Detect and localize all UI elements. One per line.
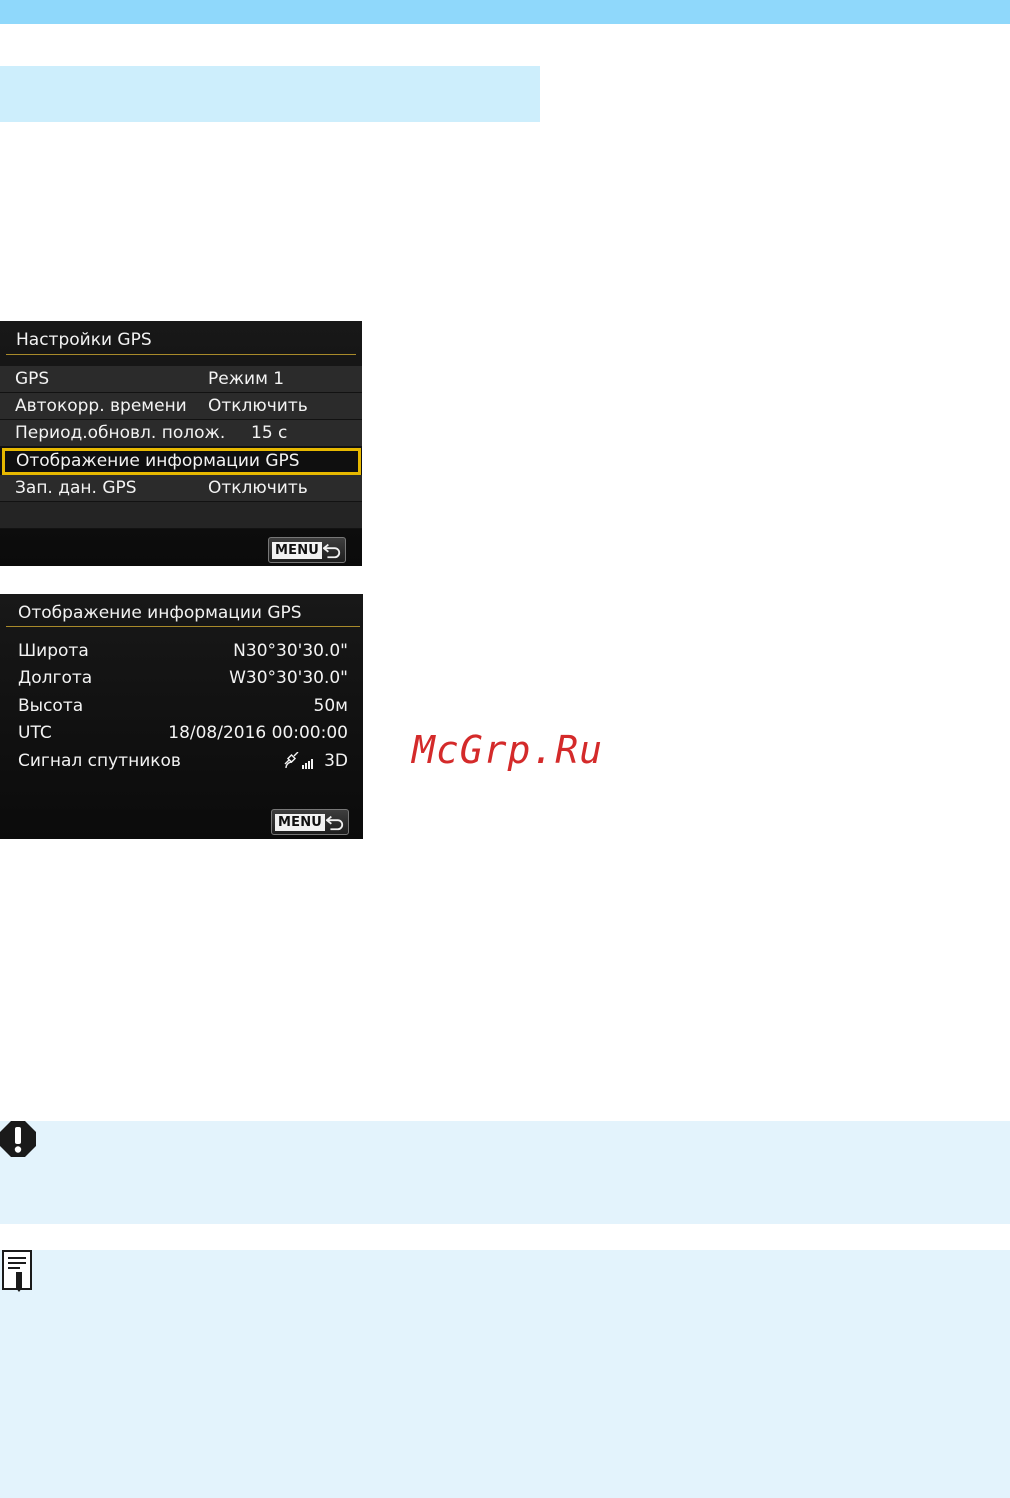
watermark: McGrp.Ru [412,728,604,772]
menu-item-auto-time[interactable]: Автокорр. времени Отключить [0,393,362,420]
menu-item-value: Отключить [208,396,308,416]
top-bar [0,0,1010,24]
menu-item-value: Отключить [208,478,308,498]
menu-return-button[interactable]: MENU [268,537,346,563]
menu-item-value: Режим 1 [208,369,285,389]
menu-item-gps[interactable]: GPS Режим 1 [0,366,362,393]
title-divider [6,626,360,627]
menu-item-gps-logger[interactable]: Зап. дан. GPS Отключить [0,475,362,502]
screen-title: Настройки GPS [16,330,152,350]
menu-item-label: Период.обновл. полож. [15,423,226,443]
menu-return-button[interactable]: MENU [271,809,349,835]
menu-item-label: GPS [15,369,50,389]
info-label: Высота [18,696,84,716]
caution-icon [0,1121,36,1157]
menu-item-position-update[interactable]: Период.обновл. полож. 15 с [0,420,362,447]
gps-settings-screen: Настройки GPS GPS Режим 1 Автокорр. врем… [0,321,362,566]
info-value: 18/08/2016 00:00:00 [168,723,348,743]
menu-row-empty [0,502,362,529]
return-arrow-icon [322,543,341,559]
info-value: 50м [313,696,348,716]
info-label: UTC [18,723,52,743]
info-row-utc: UTC 18/08/2016 00:00:00 [0,721,363,748]
info-value: W30°30'30.0" [229,668,348,688]
info-value: N30°30'30.0" [233,641,348,661]
satellite-signal-icon [284,752,314,769]
info-label: Сигнал спутников [18,751,181,771]
caution-box [0,1121,1010,1224]
info-value-group: 3D [284,751,348,771]
return-arrow-icon [325,815,344,831]
menu-item-label: Отображение информации GPS [16,451,300,471]
satellite-signal-value: 3D [324,751,348,771]
info-row-latitude: Широта N30°30'30.0" [0,639,363,666]
title-divider [6,354,356,355]
info-row-longitude: Долгота W30°30'30.0" [0,666,363,693]
info-row-altitude: Высота 50м [0,694,363,721]
gps-info-screen: Отображение информации GPS Широта N30°30… [0,594,363,839]
note-icon [2,1250,32,1292]
menu-item-gps-info-display[interactable]: Отображение информации GPS [2,448,361,475]
screen-title: Отображение информации GPS [18,603,302,623]
menu-item-label: Зап. дан. GPS [15,478,137,498]
info-label: Широта [18,641,89,661]
menu-button-label: MENU [272,541,323,559]
note-box [0,1250,1010,1498]
info-row-satellite-signal: Сигнал спутников 3D [0,749,363,776]
section-heading-band [0,66,540,122]
info-label: Долгота [18,668,93,688]
menu-button-label: MENU [275,813,326,831]
menu-item-label: Автокорр. времени [15,396,187,416]
menu-item-value: 15 с [251,423,288,443]
